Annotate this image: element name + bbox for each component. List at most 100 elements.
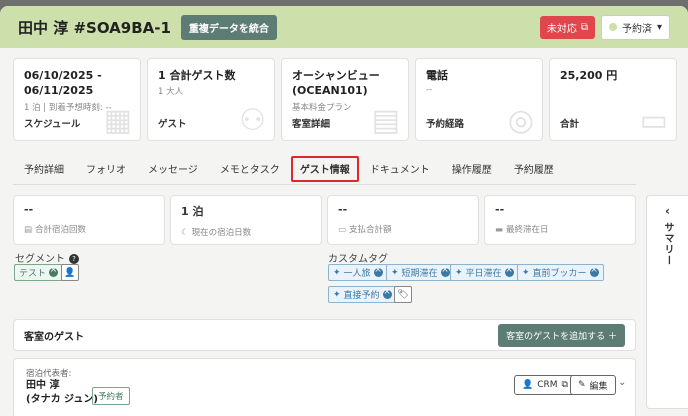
- tab-4[interactable]: ゲスト情報: [290, 156, 359, 182]
- remove-tag-icon[interactable]: [49, 265, 59, 277]
- remove-tag-icon[interactable]: [504, 265, 514, 277]
- add-tag-button[interactable]: 🏷: [394, 286, 412, 303]
- cash-icon: ▭: [338, 225, 347, 235]
- custom-tag-label: 短期滞在: [401, 269, 438, 279]
- reservation-modal: 田中 淳 #SOA9BA-1 重複データを統合 未対応 ⧉ 予約済 ▾ 06/1…: [0, 6, 688, 416]
- custom-tag-label: 平日滞在: [465, 269, 502, 279]
- add-room-guest-button[interactable]: 客室のゲストを追加する ＋: [498, 323, 625, 347]
- stat-card: -- ▬ 最終滞在日: [484, 195, 636, 245]
- representative-label: 宿泊代表者:: [26, 369, 72, 379]
- people-icon: ⚇: [239, 103, 266, 138]
- custom-tag-label: 一人旅: [343, 269, 371, 279]
- external-link-icon: ⧉: [580, 21, 588, 33]
- stat-value: 1 泊: [181, 205, 204, 218]
- custom-tag[interactable]: ✦ 直前ブッカー: [517, 264, 604, 281]
- tab-2[interactable]: メッセージ: [137, 154, 209, 184]
- tab-1[interactable]: フォリオ: [75, 154, 137, 184]
- summary-card: 25,200 円 合計 ▭: [549, 58, 677, 141]
- moon-icon: ☾: [181, 228, 189, 238]
- tab-7[interactable]: 予約履歴: [503, 154, 565, 184]
- custom-tag-label: 直前ブッカー: [532, 269, 587, 279]
- merge-duplicates-button[interactable]: 重複データを統合: [180, 14, 277, 40]
- add-segment-button[interactable]: 👤: [61, 264, 79, 281]
- stat-card: 1 泊 ☾ 現在の宿泊日数: [170, 195, 322, 245]
- representative-name: 田中 淳 (タナカ ジュン): [26, 379, 98, 406]
- card-sub: --: [426, 85, 433, 96]
- card-footer: ゲスト: [158, 119, 187, 130]
- custom-tag[interactable]: ✦ 短期滞在: [386, 264, 455, 281]
- user-plus-icon: 👤: [64, 267, 76, 278]
- pencil-icon: ✎: [578, 380, 586, 390]
- sparkle-icon: ✦: [455, 267, 463, 278]
- external-link-icon: ⧉: [561, 380, 568, 390]
- unresolved-button[interactable]: 未対応 ⧉: [539, 15, 595, 39]
- bed-icon: ▬: [495, 225, 504, 235]
- sparkle-icon: ✦: [333, 267, 341, 278]
- guest-name: 田中 淳: [26, 380, 60, 391]
- reservation-title: 田中 淳 #SOA9BA-1: [18, 18, 171, 37]
- segment-tag[interactable]: テスト: [14, 264, 64, 281]
- summary-card: 06/10/2025 - 06/11/2025 1 泊 | 到着予想時刻: --…: [13, 58, 141, 141]
- summary-card: オーシャンビュー (OCEAN101) 基本料金プラン 客室詳細 ▤: [281, 58, 409, 141]
- summary-cards: 06/10/2025 - 06/11/2025 1 泊 | 到着予想時刻: --…: [13, 58, 677, 141]
- summary-side-tab[interactable]: ‹ サマリー: [646, 195, 688, 409]
- remove-tag-icon[interactable]: [589, 265, 599, 277]
- edit-label: 編集: [589, 381, 608, 392]
- sparkle-icon: ✦: [391, 267, 399, 278]
- chevron-down-icon: ▾: [656, 21, 662, 33]
- summary-card: 1 合計ゲスト数 1 大人 ゲスト ⚇: [147, 58, 275, 141]
- stat-value: --: [495, 203, 505, 216]
- remove-tag-icon[interactable]: [373, 265, 383, 277]
- sparkle-icon: ✦: [333, 289, 341, 300]
- status-dropdown[interactable]: 予約済 ▾: [600, 14, 670, 40]
- stat-label: 現在の宿泊日数: [191, 228, 252, 238]
- card-sub: 1 大人: [158, 87, 184, 98]
- room-guests-title: 客室のゲスト: [24, 331, 84, 343]
- stat-label-row: ▤ 合計宿泊回数: [24, 223, 154, 235]
- custom-tag[interactable]: ✦ 平日滞在: [450, 264, 519, 281]
- booker-badge: 予約者: [92, 387, 130, 405]
- sparkle-icon: ✦: [522, 267, 530, 278]
- chevron-down-icon[interactable]: ⌄: [618, 377, 626, 388]
- tab-6[interactable]: 操作履歴: [441, 154, 503, 184]
- card-value: 電話: [426, 69, 448, 82]
- tab-3[interactable]: メモとタスク: [209, 154, 291, 184]
- stat-label: 合計宿泊回数: [35, 225, 87, 235]
- card-footer: 客室詳細: [292, 119, 331, 130]
- room-guests-panel: 客室のゲスト 客室のゲストを追加する ＋: [13, 319, 636, 351]
- stat-label: 支払合計額: [349, 225, 392, 235]
- tab-5[interactable]: ドキュメント: [359, 154, 441, 184]
- stat-label: 最終滞在日: [506, 225, 549, 235]
- edit-button[interactable]: ✎ 編集: [570, 375, 616, 395]
- chevron-left-icon: ‹: [665, 204, 670, 218]
- guest-kana: (タナカ ジュン): [26, 393, 98, 405]
- representative-guest-card: 宿泊代表者: 田中 淳 (タナカ ジュン) 予約者 👤 CRM ⧉ ✎ 編集 ⌄: [13, 358, 636, 416]
- target-icon: ◎: [507, 103, 534, 138]
- card-value: オーシャンビュー (OCEAN101): [292, 69, 380, 98]
- remove-tag-icon[interactable]: [382, 287, 392, 299]
- help-icon[interactable]: ?: [69, 254, 79, 264]
- list-icon: ▤: [24, 225, 33, 235]
- summary-card: 電話 -- 予約経路 ◎: [415, 58, 543, 141]
- person-icon: 👤: [522, 380, 534, 390]
- custom-tag[interactable]: ✦ 直接予約: [328, 286, 397, 303]
- custom-tag-heading: カスタムタグ: [328, 254, 388, 265]
- card-value: 1 合計ゲスト数: [158, 69, 236, 82]
- segment-tag-label: テスト: [19, 269, 47, 279]
- card-footer: 合計: [560, 119, 580, 130]
- crm-button[interactable]: 👤 CRM ⧉: [514, 375, 576, 395]
- custom-tag[interactable]: ✦ 一人旅: [328, 264, 388, 281]
- guest-stats: -- ▤ 合計宿泊回数 1 泊 ☾ 現在の宿泊日数 -- ▭ 支払合計額 -- ▬ 最終滞在日: [13, 195, 636, 245]
- modal-header: 田中 淳 #SOA9BA-1 重複データを統合 未対応 ⧉ 予約済 ▾: [0, 6, 688, 48]
- summary-label: サマリー: [662, 222, 673, 266]
- money-icon: ▭: [639, 103, 668, 138]
- calendar-icon: ▦: [103, 103, 132, 138]
- tab-0[interactable]: 予約詳細: [13, 154, 75, 184]
- building-icon: ▤: [371, 103, 400, 138]
- status-dot-icon: [608, 23, 617, 31]
- remove-tag-icon[interactable]: [440, 265, 450, 277]
- crm-label: CRM: [537, 380, 558, 390]
- tab-bar: 予約詳細 フォリオ メッセージ メモとタスク ゲスト情報 ドキュメント 操作履歴 予約履歴: [13, 154, 565, 184]
- card-value: 06/10/2025 - 06/11/2025: [24, 69, 102, 98]
- stat-value: --: [338, 203, 348, 216]
